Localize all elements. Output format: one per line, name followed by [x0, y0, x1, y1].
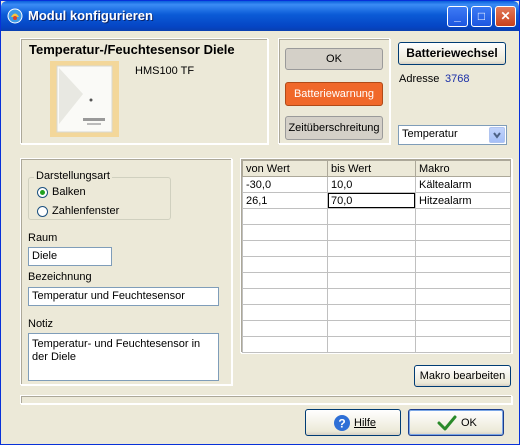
bottom-separator: [20, 395, 512, 404]
address-value: 3768: [445, 73, 470, 85]
ok-bottom-button[interactable]: OK: [408, 409, 504, 436]
table-cell[interactable]: [415, 272, 511, 289]
table-row[interactable]: [242, 304, 511, 321]
table-cell[interactable]: [415, 304, 511, 321]
column-header[interactable]: von Wert: [242, 160, 328, 177]
table-row[interactable]: [242, 272, 511, 289]
title-bar[interactable]: Modul konfigurieren _ □ ✕: [1, 1, 519, 31]
macro-table-header: von Wert bis Wert Makro: [242, 160, 511, 177]
note-textarea[interactable]: Temperatur- und Feuchtesensor in der Die…: [28, 333, 219, 381]
display-mode-legend: Darstellungsart: [34, 170, 112, 182]
device-name: Temperatur-/Feuchtesensor Diele: [29, 42, 235, 57]
table-cell[interactable]: [415, 240, 511, 257]
table-row[interactable]: [242, 288, 511, 305]
column-header[interactable]: Makro: [415, 160, 511, 177]
table-row[interactable]: [242, 256, 511, 273]
window-title: Modul konfigurieren: [28, 8, 153, 23]
table-cell[interactable]: 10,0: [327, 176, 416, 193]
table-cell[interactable]: [415, 256, 511, 273]
room-label: Raum: [28, 232, 58, 244]
battery-warning-button[interactable]: Batteriewarnung: [285, 82, 383, 106]
table-row[interactable]: [242, 336, 511, 353]
column-header[interactable]: bis Wert: [327, 160, 416, 177]
table-cell[interactable]: [242, 256, 328, 273]
table-cell[interactable]: [415, 224, 511, 241]
ok-label: OK: [461, 417, 477, 429]
table-cell[interactable]: Hitzealarm: [415, 192, 511, 209]
table-cell[interactable]: -30,0: [242, 176, 328, 193]
table-cell[interactable]: [327, 208, 416, 225]
table-cell[interactable]: [327, 272, 416, 289]
table-row[interactable]: [242, 208, 511, 225]
table-cell[interactable]: [327, 320, 416, 337]
table-row[interactable]: [242, 320, 511, 337]
table-cell[interactable]: [327, 224, 416, 241]
macro-table: von Wert bis Wert Makro -30,0 10,0 Kälte…: [242, 160, 511, 353]
address-label: Adresse: [399, 73, 440, 85]
table-cell[interactable]: [327, 240, 416, 257]
designation-label: Bezeichnung: [28, 271, 92, 283]
table-cell[interactable]: 26,1: [242, 192, 328, 209]
maximize-button[interactable]: □: [471, 6, 492, 27]
table-cell[interactable]: [242, 272, 328, 289]
help-button[interactable]: ? Hilfe: [305, 409, 401, 436]
table-cell[interactable]: Kältealarm: [415, 176, 511, 193]
table-cell[interactable]: [415, 208, 511, 225]
help-label: Hilfe: [354, 417, 377, 429]
table-cell[interactable]: [415, 320, 511, 337]
minimize-button[interactable]: _: [447, 6, 468, 27]
macro-edit-button[interactable]: Makro bearbeiten: [414, 365, 511, 387]
table-cell[interactable]: [415, 336, 511, 353]
radio-zahlenfenster[interactable]: [37, 206, 48, 217]
radio-balken[interactable]: [37, 187, 48, 198]
close-button[interactable]: ✕: [495, 6, 516, 27]
chevron-down-icon[interactable]: [489, 127, 505, 143]
table-cell[interactable]: [327, 256, 416, 273]
ok-top-button[interactable]: OK: [285, 48, 383, 70]
timeout-button[interactable]: Zeitüberschreitung: [285, 116, 383, 140]
designation-input[interactable]: Temperatur und Feuchtesensor: [28, 287, 219, 306]
svg-text:?: ?: [338, 417, 345, 431]
table-cell[interactable]: [327, 288, 416, 305]
device-image: [50, 61, 119, 137]
dialog-window: Modul konfigurieren _ □ ✕ Temperatur-/Fe…: [0, 0, 520, 445]
table-row[interactable]: 26,1 70,0 Hitzealarm: [242, 192, 511, 209]
table-cell[interactable]: [242, 240, 328, 257]
help-question-icon: ?: [334, 415, 350, 431]
table-cell[interactable]: [242, 288, 328, 305]
table-cell[interactable]: [415, 288, 511, 305]
table-cell[interactable]: [242, 320, 328, 337]
note-label: Notiz: [28, 318, 54, 330]
sensor-type-value: Temperatur: [402, 128, 458, 140]
table-cell-selected[interactable]: 70,0: [327, 192, 416, 209]
app-icon: [7, 8, 23, 24]
radio-zahlenfenster-label[interactable]: Zahlenfenster: [52, 205, 119, 217]
table-cell[interactable]: [242, 224, 328, 241]
battery-change-button[interactable]: Batteriewechsel: [398, 42, 506, 65]
radio-balken-label[interactable]: Balken: [52, 186, 86, 198]
room-input[interactable]: Diele: [28, 247, 112, 266]
table-cell[interactable]: [242, 208, 328, 225]
table-row[interactable]: -30,0 10,0 Kältealarm: [242, 176, 511, 193]
checkmark-icon: [437, 415, 457, 431]
table-cell[interactable]: [242, 304, 328, 321]
device-model: HMS100 TF: [135, 65, 195, 77]
table-cell[interactable]: [327, 304, 416, 321]
table-cell[interactable]: [242, 336, 328, 353]
table-row[interactable]: [242, 240, 511, 257]
sensor-device-icon: [56, 65, 113, 133]
table-row[interactable]: [242, 224, 511, 241]
table-cell[interactable]: [327, 336, 416, 353]
